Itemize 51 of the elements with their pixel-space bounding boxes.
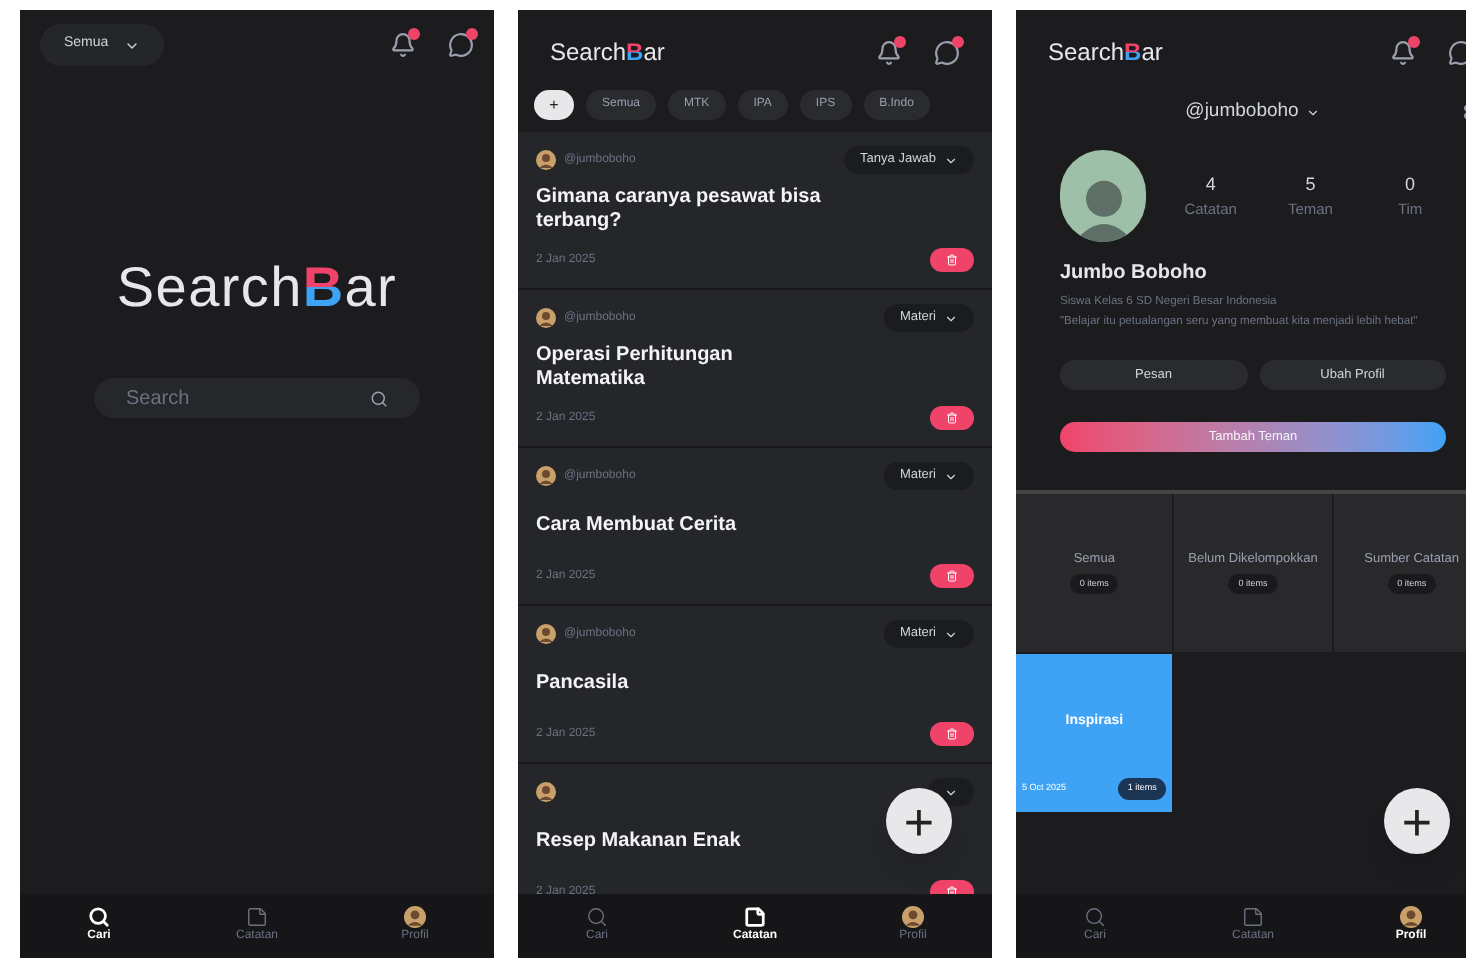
note-title: Operasi Perhitungan Matematika (536, 344, 735, 392)
avatar-icon (404, 906, 426, 928)
stat-value: 0 (1405, 171, 1416, 198)
stat-value: 4 (1205, 171, 1216, 198)
delete-button[interactable] (930, 248, 974, 272)
chevron-down-icon (944, 153, 958, 167)
notification-icon[interactable] (876, 39, 902, 65)
search-input[interactable]: Search (126, 383, 346, 413)
avatar-icon (536, 466, 556, 486)
add-button[interactable]: + (1384, 788, 1450, 854)
trash-icon (946, 412, 958, 424)
app-logo: SearchBar (550, 36, 665, 70)
chat-icon[interactable] (934, 39, 960, 65)
chevron-down-icon (1306, 105, 1321, 120)
chat-icon[interactable] (448, 32, 474, 58)
avatar-icon (902, 906, 924, 928)
search-icon (370, 389, 388, 407)
notification-icon[interactable] (390, 32, 416, 58)
note-title: Pancasila (536, 670, 631, 698)
delete-button[interactable] (930, 406, 974, 430)
search-icon (586, 906, 608, 928)
account-dropdown[interactable]: @jumboboho (1185, 98, 1321, 127)
avatar-icon (536, 782, 556, 802)
notification-icon[interactable] (1390, 39, 1416, 65)
note-icon (744, 906, 766, 928)
stat-value: 5 (1305, 171, 1316, 198)
chevron-down-icon (944, 469, 958, 483)
avatar-icon (1400, 906, 1422, 928)
avatar-icon (536, 150, 556, 170)
trash-icon (946, 728, 958, 740)
note-icon (1242, 906, 1264, 928)
delete-button[interactable] (930, 564, 974, 588)
app-logo: SearchBar (1048, 36, 1163, 70)
chevron-down-icon (944, 311, 958, 325)
trash-icon (946, 570, 958, 582)
chevron-down-icon (944, 785, 958, 799)
add-chip[interactable]: + (534, 90, 574, 120)
search-icon (88, 906, 110, 928)
search-icon (1084, 906, 1106, 928)
app-logo: SearchBar (116, 254, 398, 322)
avatar-icon (536, 624, 556, 644)
delete-button[interactable] (930, 722, 974, 746)
note-title: Cara Membuat Cerita (536, 512, 739, 540)
profile-name: Jumbo Boboho (1060, 260, 1209, 289)
chevron-down-icon (944, 627, 958, 641)
note-title: Resep Makanan Enak (536, 828, 743, 856)
search-field[interactable]: Search (94, 378, 420, 418)
avatar-icon (536, 308, 556, 328)
note-title: Gimana caranya pesawat bisa terbang? (536, 186, 823, 234)
trash-icon (946, 254, 958, 266)
note-icon (246, 906, 268, 928)
